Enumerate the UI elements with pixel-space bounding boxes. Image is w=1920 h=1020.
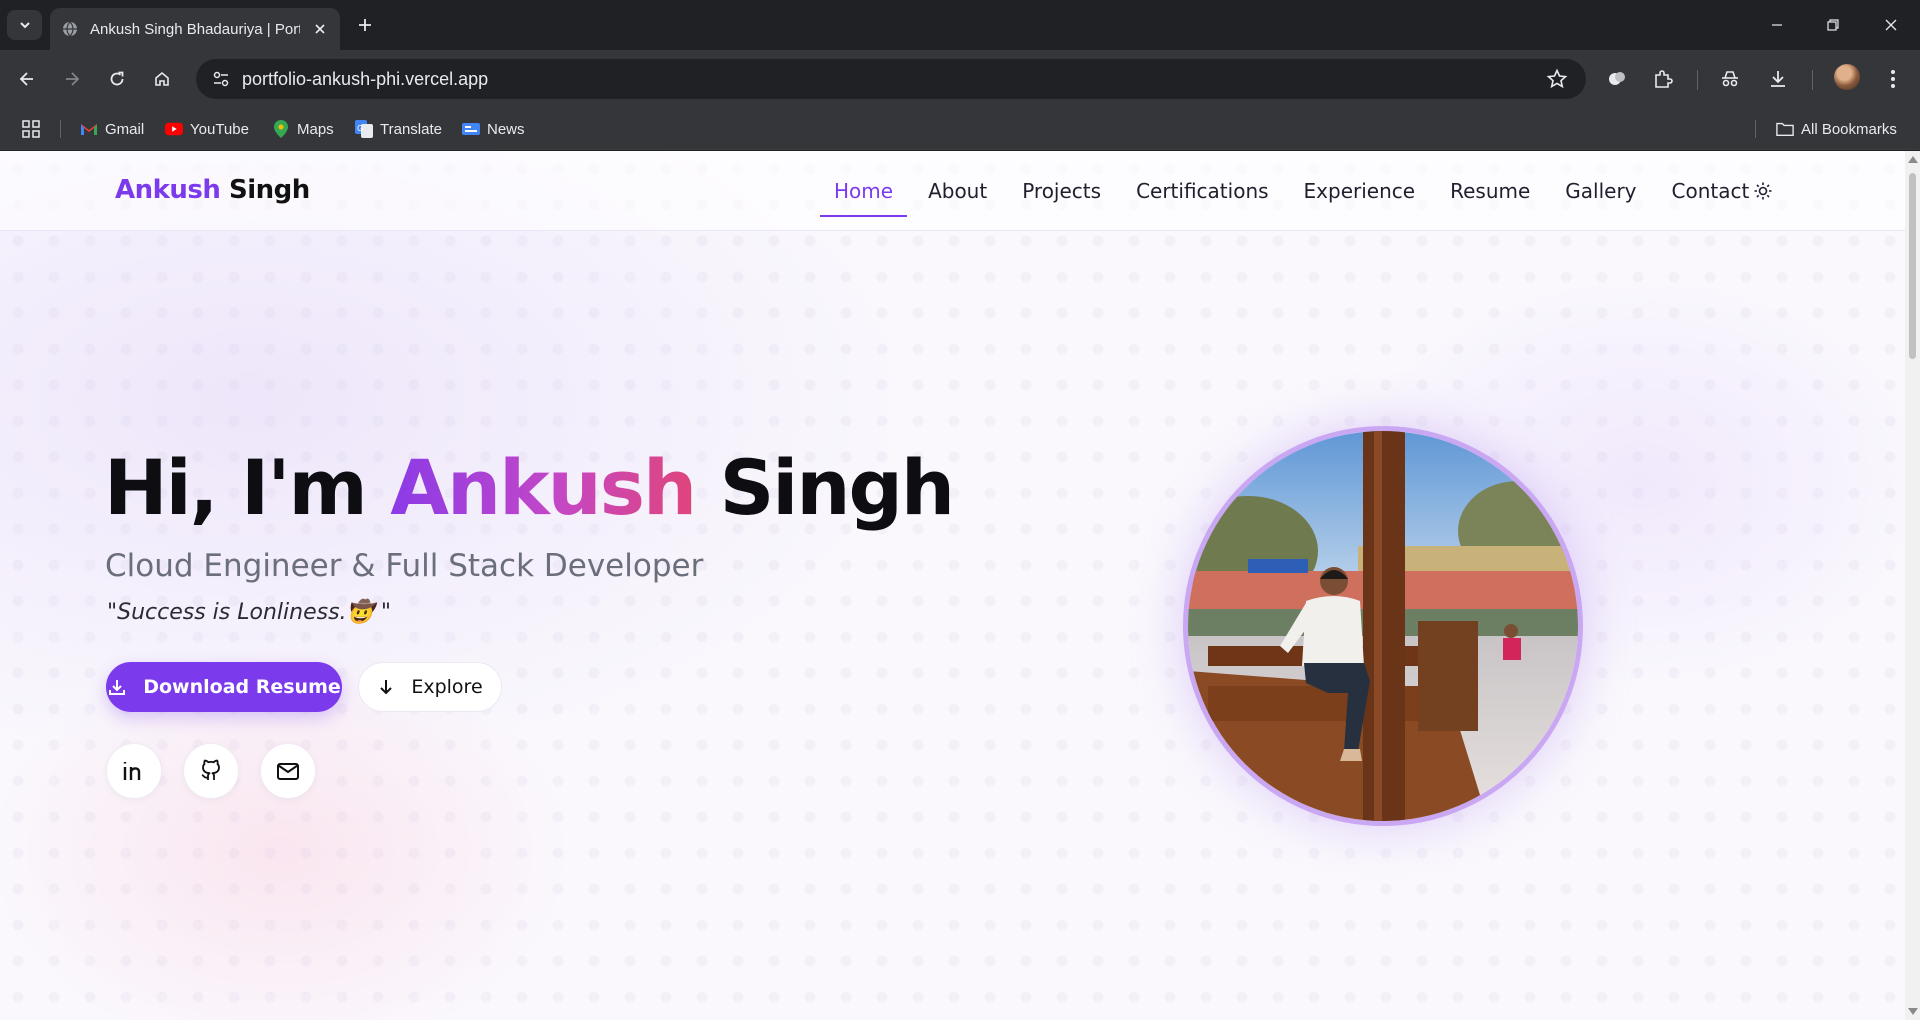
scrollbar-thumb[interactable] bbox=[1909, 173, 1916, 359]
plus-icon bbox=[359, 19, 371, 31]
site-logo[interactable]: Ankush Singh bbox=[115, 175, 310, 205]
bookmark-youtube[interactable]: YouTube bbox=[165, 117, 249, 141]
hero-name-highlight: Ankush bbox=[390, 443, 697, 532]
explore-label: Explore bbox=[411, 676, 483, 698]
profile-photo-image bbox=[1188, 431, 1578, 821]
linkedin-icon bbox=[123, 762, 141, 780]
nav-resume[interactable]: Resume bbox=[1436, 173, 1544, 217]
gmail-icon bbox=[80, 120, 98, 138]
all-bookmarks-label: All Bookmarks bbox=[1801, 120, 1897, 138]
news-icon bbox=[462, 120, 480, 138]
nav-projects[interactable]: Projects bbox=[1008, 173, 1115, 217]
page-viewport: Ankush Singh Home About Projects Certifi… bbox=[0, 151, 1905, 1020]
svg-text:G: G bbox=[357, 124, 363, 133]
restore-icon bbox=[1827, 19, 1839, 31]
bookmark-star-icon[interactable] bbox=[1546, 68, 1568, 95]
maps-icon bbox=[272, 120, 290, 138]
translate-icon: G bbox=[355, 120, 373, 138]
all-bookmarks[interactable]: All Bookmarks bbox=[1776, 117, 1897, 141]
tab-close-icon[interactable] bbox=[312, 21, 328, 37]
hero-quote: "Success is Lonliness.🤠 " bbox=[107, 600, 392, 625]
restore-button[interactable] bbox=[1818, 10, 1848, 40]
menu-kebab-icon[interactable] bbox=[1878, 64, 1908, 94]
brand-first: Ankush bbox=[115, 175, 221, 205]
explore-button[interactable]: Explore bbox=[358, 662, 502, 712]
hero-heading: Hi, I'm Ankush Singh bbox=[104, 443, 955, 532]
bookmark-label: Maps bbox=[297, 120, 334, 138]
browser-toolbar: portfolio-ankush-phi.vercel.app bbox=[0, 50, 1920, 108]
bookmark-translate[interactable]: G Translate bbox=[355, 117, 442, 141]
incognito-tools-icon[interactable] bbox=[1715, 64, 1745, 94]
profile-photo bbox=[1183, 426, 1583, 826]
home-icon bbox=[155, 71, 169, 86]
mail-icon bbox=[277, 763, 299, 780]
extension-icon[interactable] bbox=[1602, 64, 1632, 94]
tab-search-button[interactable] bbox=[7, 10, 42, 40]
back-button[interactable] bbox=[11, 63, 43, 95]
site-settings-icon[interactable] bbox=[210, 68, 232, 90]
minimize-icon bbox=[1772, 24, 1782, 26]
nav-experience[interactable]: Experience bbox=[1290, 173, 1430, 217]
arrow-down-icon bbox=[377, 678, 395, 696]
bookmark-label: Gmail bbox=[105, 120, 145, 138]
hero-greeting: Hi, I'm bbox=[104, 443, 391, 532]
linkedin-button[interactable] bbox=[106, 743, 162, 799]
hero-subtitle: Cloud Engineer & Full Stack Developer bbox=[105, 548, 704, 584]
nav-contact[interactable]: Contact bbox=[1658, 173, 1764, 217]
youtube-icon bbox=[165, 120, 183, 138]
nav-home[interactable]: Home bbox=[820, 173, 908, 217]
folder-icon bbox=[1776, 120, 1794, 138]
sun-icon bbox=[1754, 182, 1772, 200]
bookmark-news[interactable]: News bbox=[462, 117, 525, 141]
url-text: portfolio-ankush-phi.vercel.app bbox=[242, 68, 489, 89]
arrow-left-icon bbox=[19, 72, 33, 86]
address-bar[interactable]: portfolio-ankush-phi.vercel.app bbox=[196, 59, 1586, 99]
theme-toggle-button[interactable] bbox=[1752, 180, 1774, 202]
downloads-icon[interactable] bbox=[1763, 64, 1793, 94]
nav-about[interactable]: About bbox=[914, 173, 1001, 217]
brand-last: Singh bbox=[228, 175, 310, 205]
hero-name-last: Singh bbox=[695, 443, 955, 532]
extensions-puzzle-icon[interactable] bbox=[1648, 64, 1678, 94]
bookmark-label: Translate bbox=[380, 120, 442, 138]
scroll-up-icon[interactable] bbox=[1908, 156, 1918, 163]
site-header: Ankush Singh Home About Projects Certifi… bbox=[0, 151, 1905, 231]
bookmark-label: YouTube bbox=[190, 120, 249, 138]
nav-certifications[interactable]: Certifications bbox=[1122, 173, 1282, 217]
download-resume-label: Download Resume bbox=[143, 676, 341, 698]
close-window-button[interactable] bbox=[1876, 10, 1906, 40]
download-icon bbox=[107, 677, 127, 697]
bookmarks-bar: Gmail YouTube Maps G Translate News All … bbox=[0, 108, 1920, 150]
email-button[interactable] bbox=[260, 743, 316, 799]
site-nav-menu: Home About Projects Certifications Exper… bbox=[820, 173, 1770, 217]
profile-avatar[interactable] bbox=[1834, 64, 1860, 90]
close-icon bbox=[1885, 19, 1897, 31]
github-button[interactable] bbox=[183, 743, 239, 799]
tab-title: Ankush Singh Bhadauriya | Portfolio bbox=[90, 20, 300, 38]
arrow-right-icon bbox=[66, 72, 80, 86]
chevron-down-icon bbox=[19, 22, 30, 29]
bookmark-gmail[interactable]: Gmail bbox=[80, 117, 144, 141]
page-scrollbar[interactable] bbox=[1905, 151, 1920, 1020]
globe-icon bbox=[63, 21, 77, 37]
apps-grid-icon bbox=[22, 120, 40, 138]
tab-strip: Ankush Singh Bhadauriya | Portfolio bbox=[0, 0, 1920, 50]
download-resume-button[interactable]: Download Resume bbox=[106, 662, 342, 712]
apps-button[interactable] bbox=[22, 117, 40, 141]
new-tab-button[interactable] bbox=[352, 12, 378, 38]
home-button[interactable] bbox=[146, 63, 178, 95]
bookmark-maps[interactable]: Maps bbox=[272, 117, 334, 141]
reload-icon bbox=[110, 71, 124, 86]
github-icon bbox=[201, 759, 220, 780]
nav-gallery[interactable]: Gallery bbox=[1551, 173, 1650, 217]
forward-button[interactable] bbox=[56, 63, 88, 95]
bookmark-label: News bbox=[487, 120, 525, 138]
reload-button[interactable] bbox=[101, 63, 133, 95]
scroll-down-icon[interactable] bbox=[1908, 1008, 1918, 1015]
minimize-button[interactable] bbox=[1762, 10, 1792, 40]
browser-tab[interactable]: Ankush Singh Bhadauriya | Portfolio bbox=[50, 8, 340, 50]
